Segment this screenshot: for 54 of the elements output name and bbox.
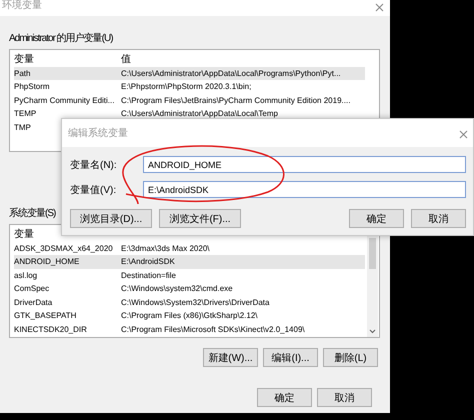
variable-row[interactable]: ANDROID_HOME E:\AndroidSDK bbox=[14, 255, 365, 268]
variable-row[interactable]: Path C:\Users\Administrator\AppData\Local\Programs\Python\Pyt... bbox=[14, 66, 365, 80]
variable-value: C:\Program Files (x86)\GtkSharp\2.12\ bbox=[121, 311, 258, 320]
group-label: 系统变量(S) bbox=[9, 208, 56, 220]
cancel-button[interactable]: 取消 bbox=[411, 209, 466, 228]
variable-name: KINECTSDK20_DIR bbox=[14, 324, 88, 334]
dialog-title: 编辑系统变量 bbox=[68, 128, 128, 138]
variable-row[interactable]: PhpStorm E:\Phpstorm\PhpStorm 2020.3.1\bin; bbox=[14, 80, 365, 94]
variable-name: GTK_BASEPATH bbox=[14, 311, 78, 320]
variable-value: C:\Users\Administrator\AppData\Local\Programs\Python\Pyt... bbox=[121, 68, 341, 78]
variable-name: ComSpec bbox=[14, 284, 50, 294]
column-header: 值 bbox=[121, 54, 131, 66]
cancel-button[interactable]: 取消 bbox=[317, 388, 372, 407]
variable-value: C:\Users\Administrator\AppData\Local\Temp bbox=[121, 109, 278, 118]
action-button[interactable]: 删除(L) bbox=[323, 348, 378, 367]
action-button[interactable]: 新建(W)... bbox=[203, 348, 258, 367]
variable-row[interactable]: asl.log Destination=file bbox=[14, 268, 365, 282]
close-icon[interactable] bbox=[459, 130, 468, 139]
variable-row[interactable]: ComSpec C:\Windows\system32\cmd.exe bbox=[14, 282, 365, 296]
variable-value: C:\Program Files\Microsoft SDKs\Kinect\v2.0_1409\ bbox=[121, 324, 305, 334]
variable-value: C:\Program Files\JetBrains\PyCharm Community Edition 2019.... bbox=[121, 96, 350, 105]
field-label: 变量名(N): bbox=[70, 158, 117, 172]
variable-row[interactable]: TEMP C:\Users\Administrator\AppData\Local\Temp bbox=[14, 107, 365, 120]
variable-value: C:\Windows\system32\cmd.exe bbox=[121, 284, 233, 294]
variable-row[interactable]: GTK_BASEPATH C:\Program Files (x86)\GtkSharp\2.12\ bbox=[14, 309, 365, 322]
ok-button[interactable]: 确定 bbox=[257, 388, 312, 407]
variable-name: TEMP bbox=[14, 109, 38, 118]
variable-row[interactable]: DriverData C:\Windows\System32\Drivers\DriverData bbox=[14, 296, 365, 309]
group-label: Administrator 的用户变量(U) bbox=[9, 33, 113, 45]
variable-value: E:\Phpstorm\PhpStorm 2020.3.1\bin; bbox=[121, 82, 252, 92]
input-field[interactable]: ANDROID_HOME bbox=[143, 156, 466, 173]
variable-name: asl.log bbox=[14, 270, 38, 280]
variable-name: ADSK_3DSMAX_x64_2020 bbox=[14, 244, 114, 253]
column-header: 变量 bbox=[14, 54, 35, 66]
variable-name: DriverData bbox=[14, 298, 54, 307]
variable-row[interactable]: PyCharm Community Editi... C:\Program Files\JetBrains\PyCharm Community Edition 2019.... bbox=[14, 94, 365, 107]
variable-value: C:\Windows\System32\Drivers\DriverData bbox=[121, 298, 270, 307]
variable-row[interactable]: KINECTSDK20_DIR C:\Program Files\Microsoft SDKs\Kinect\v2.0_1409\ bbox=[14, 322, 365, 336]
variable-value: E:\3dmax\3ds Max 2020\ bbox=[121, 244, 210, 253]
variable-name: ANDROID_HOME bbox=[14, 257, 80, 266]
close-icon[interactable] bbox=[375, 3, 384, 12]
browse-button[interactable]: 浏览文件(F)... bbox=[159, 209, 241, 228]
browse-button[interactable]: 浏览目录(D)... bbox=[70, 209, 152, 228]
variable-name: Path bbox=[14, 68, 32, 78]
variable-value: Destination=file bbox=[121, 270, 176, 280]
variable-name: PyCharm Community Editi... bbox=[14, 96, 116, 105]
ok-button[interactable]: 确定 bbox=[349, 209, 404, 228]
field-label: 变量值(V): bbox=[70, 184, 116, 196]
column-header: 变量 bbox=[14, 228, 35, 241]
variable-name: PhpStorm bbox=[14, 82, 51, 92]
input-field[interactable]: E:\AndroidSDK bbox=[143, 181, 466, 198]
variable-row[interactable]: ADSK_3DSMAX_x64_2020 E:\3dmax\3ds Max 2020\ bbox=[14, 242, 365, 255]
action-button[interactable]: 编辑(I)... bbox=[263, 348, 318, 367]
variable-value: E:\AndroidSDK bbox=[121, 257, 175, 266]
